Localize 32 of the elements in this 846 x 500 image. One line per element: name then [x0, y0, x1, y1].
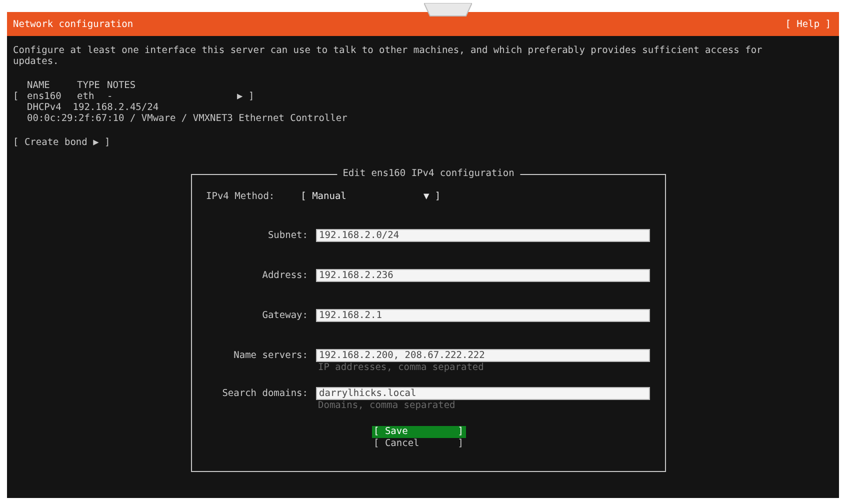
field-label: Address:: [261, 269, 308, 282]
dialog-button[interactable]: [ Save ]: [372, 426, 466, 438]
field-label: Search domains:: [221, 387, 308, 400]
input-field[interactable]: 192.168.2.200, 208.67.222.222: [316, 349, 650, 362]
interface-detail: DHCPv4 192.168.2.45/24: [27, 102, 159, 113]
create-bond-button[interactable]: [ Create bond ▶ ]: [13, 137, 110, 148]
input-field[interactable]: 192.168.2.0/24: [316, 229, 650, 242]
column-header: NOTES: [107, 80, 137, 91]
intro-text: Configure at least one interface this server can use to talk to other machines, and which preferably provides sufficient access for updates.: [13, 45, 764, 67]
field-label: IPv4 Method:: [206, 191, 275, 202]
interface-detail: 00:0c:29:2f:67:10 / VMware / VMXNET3 Ethernet Controller: [27, 113, 348, 124]
input-field[interactable]: 192.168.2.236: [316, 269, 650, 282]
input-field[interactable]: darrylhicks.local: [316, 387, 650, 400]
field-label: Gateway:: [261, 309, 308, 322]
dialog-title: Edit ens160 IPv4 configuration: [336, 168, 520, 179]
field-hint: Domains, comma separated: [317, 400, 456, 411]
field-hint: IP addresses, comma separated: [317, 362, 485, 373]
dialog-button[interactable]: [ Cancel ]: [372, 438, 466, 450]
interface-type: eth: [77, 91, 96, 102]
interface-notes: -: [107, 91, 114, 102]
field-label: Name servers:: [232, 349, 308, 362]
pull-tab-icon[interactable]: [424, 3, 472, 17]
field-label: Subnet:: [266, 229, 308, 242]
interface-name[interactable]: ens160: [27, 91, 77, 102]
interface-menu-arrow[interactable]: ▶ ]: [237, 91, 833, 102]
help-button[interactable]: [ Help ]: [785, 18, 831, 30]
bracket-text: [: [13, 91, 20, 102]
screen-title: Network configuration: [13, 18, 134, 30]
input-field[interactable]: 192.168.2.1: [316, 309, 650, 322]
method-dropdown[interactable]: [ Manual ▼ ]: [300, 191, 441, 202]
column-header: NAME: [27, 80, 51, 91]
column-header: TYPE: [77, 80, 101, 91]
